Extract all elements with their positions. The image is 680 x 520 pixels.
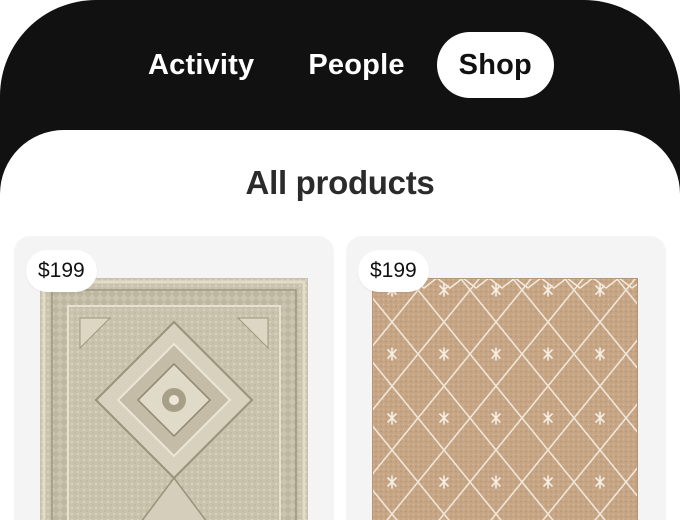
tab-bar: Activity People Shop: [0, 32, 680, 98]
price-badge: $199: [358, 250, 429, 292]
products-panel: All products $199 $199: [0, 130, 680, 520]
product-card[interactable]: $199: [346, 236, 666, 520]
tab-activity[interactable]: Activity: [126, 32, 276, 98]
medallion-rug-image: [40, 278, 308, 520]
tab-shop[interactable]: Shop: [436, 32, 554, 98]
diamond-trellis-rug-image: [372, 278, 638, 520]
section-title: All products: [245, 164, 435, 201]
price-badge: $199: [26, 250, 97, 292]
product-card[interactable]: $199: [14, 236, 334, 520]
tab-people[interactable]: People: [286, 32, 426, 98]
shop-screen: Activity People Shop All products $199 $…: [0, 0, 680, 520]
